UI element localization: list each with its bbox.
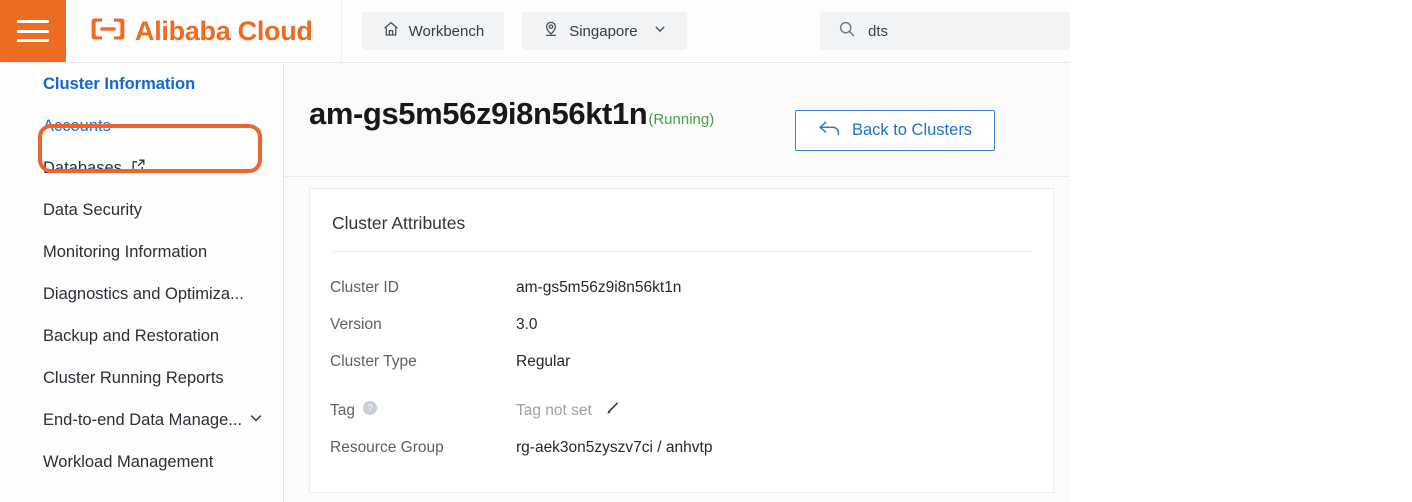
region-selector[interactable]: Singapore: [522, 12, 687, 50]
sidebar-item-label: Workload Management: [43, 452, 214, 471]
chevron-down-icon: [653, 22, 667, 41]
home-icon: [382, 20, 400, 43]
cluster-attributes-table: Cluster ID am-gs5m56z9i8n56kt1n Version …: [318, 269, 1048, 466]
help-circle-icon[interactable]: ?: [362, 400, 378, 421]
alibaba-cloud-logo-icon: [91, 17, 125, 46]
brand-logo[interactable]: Alibaba Cloud: [91, 16, 313, 47]
row-value: rg-aek3on5zyszv7ci / anhvtp: [516, 438, 713, 456]
back-arrow-icon: [818, 119, 841, 143]
region-label: Singapore: [569, 22, 638, 40]
app-root: Alibaba Cloud Workbench Singapore dts Cl…: [0, 0, 1412, 502]
row-label-text: Tag: [330, 401, 355, 419]
cluster-attributes-card: Cluster Attributes Cluster ID am-gs5m56z…: [309, 188, 1054, 493]
row-label: Version: [330, 315, 382, 333]
sidebar-item-label: Accounts: [43, 116, 111, 135]
table-row: Cluster Type Regular: [318, 343, 1048, 380]
table-row: Tag ? Tag not set: [318, 392, 1048, 429]
sidebar-item-label: Databases: [43, 158, 122, 177]
sidebar-item-data-security[interactable]: Data Security: [0, 189, 283, 231]
table-row: Cluster ID am-gs5m56z9i8n56kt1n: [318, 269, 1048, 306]
sidebar-item-label: Backup and Restoration: [43, 326, 220, 345]
sidebar: Cluster Information Accounts Databases D…: [0, 63, 284, 502]
external-link-icon: [131, 158, 146, 178]
row-value: 3.0: [516, 315, 538, 333]
sidebar-item-label: Data Security: [43, 200, 143, 219]
sidebar-item-label: Cluster Running Reports: [43, 368, 224, 387]
table-row: Resource Group rg-aek3on5zyszv7ci / anhv…: [318, 429, 1048, 466]
svg-text:?: ?: [367, 404, 373, 415]
sidebar-item-workload-management[interactable]: Workload Management: [0, 441, 283, 483]
workbench-label: Workbench: [408, 22, 485, 40]
row-label: Resource Group: [330, 438, 444, 456]
cluster-name: am-gs5m56z9i8n56kt1n: [309, 96, 648, 131]
search-icon: [838, 20, 856, 43]
sidebar-item-cluster-running-reports[interactable]: Cluster Running Reports: [0, 357, 283, 399]
sidebar-item-end-to-end-data-management[interactable]: End-to-end Data Manage...: [0, 399, 283, 441]
page-title: am-gs5m56z9i8n56kt1n (Running): [309, 96, 714, 132]
sidebar-nav-list: Cluster Information Accounts Databases D…: [0, 63, 283, 483]
row-value: Tag not set: [516, 400, 621, 422]
status-badge: (Running): [648, 111, 715, 128]
workbench-button[interactable]: Workbench: [361, 12, 505, 50]
top-header: Alibaba Cloud Workbench Singapore dts: [0, 0, 1070, 63]
sidebar-active-indicator: [283, 149, 284, 190]
hamburger-icon: [17, 20, 49, 42]
row-label: Cluster Type: [330, 352, 417, 370]
sidebar-item-cluster-information[interactable]: Cluster Information: [0, 63, 283, 105]
pencil-edit-icon[interactable]: [604, 400, 621, 422]
back-to-clusters-button[interactable]: Back to Clusters: [795, 110, 995, 151]
header-divider: [340, 0, 342, 62]
main-content: am-gs5m56z9i8n56kt1n (Running) Back to C…: [285, 63, 1070, 502]
row-value-text: Tag not set: [516, 401, 592, 419]
table-row: Version 3.0: [318, 306, 1048, 343]
sidebar-item-label: Cluster Information: [43, 74, 196, 93]
card-divider: [332, 251, 1032, 252]
location-pin-icon: [542, 20, 560, 43]
search-input-value: dts: [868, 22, 889, 40]
page-header: am-gs5m56z9i8n56kt1n (Running) Back to C…: [285, 63, 1070, 177]
sidebar-item-label: Monitoring Information: [43, 242, 208, 261]
sidebar-item-accounts[interactable]: Accounts: [0, 105, 283, 147]
hamburger-menu-button[interactable]: [0, 0, 66, 62]
search-input[interactable]: dts: [820, 12, 1070, 50]
row-label: Cluster ID: [330, 278, 399, 296]
row-label: Tag ?: [318, 400, 516, 421]
sidebar-item-monitoring-information[interactable]: Monitoring Information: [0, 231, 283, 273]
row-value: am-gs5m56z9i8n56kt1n: [516, 278, 682, 296]
sidebar-item-label: End-to-end Data Manage...: [43, 410, 243, 429]
back-to-clusters-label: Back to Clusters: [851, 121, 973, 139]
row-value: Regular: [516, 352, 571, 370]
sidebar-item-backup-and-restoration[interactable]: Backup and Restoration: [0, 315, 283, 357]
chevron-down-icon: [248, 410, 264, 431]
sidebar-item-databases[interactable]: Databases: [0, 147, 283, 189]
sidebar-item-label: Diagnostics and Optimiza...: [43, 284, 244, 303]
card-title: Cluster Attributes: [332, 213, 466, 233]
sidebar-item-diagnostics-and-optimization[interactable]: Diagnostics and Optimiza...: [0, 273, 283, 315]
header-nav: Workbench Singapore: [361, 12, 687, 50]
brand-name: Alibaba Cloud: [135, 15, 313, 46]
row-spacer: [318, 380, 1048, 392]
